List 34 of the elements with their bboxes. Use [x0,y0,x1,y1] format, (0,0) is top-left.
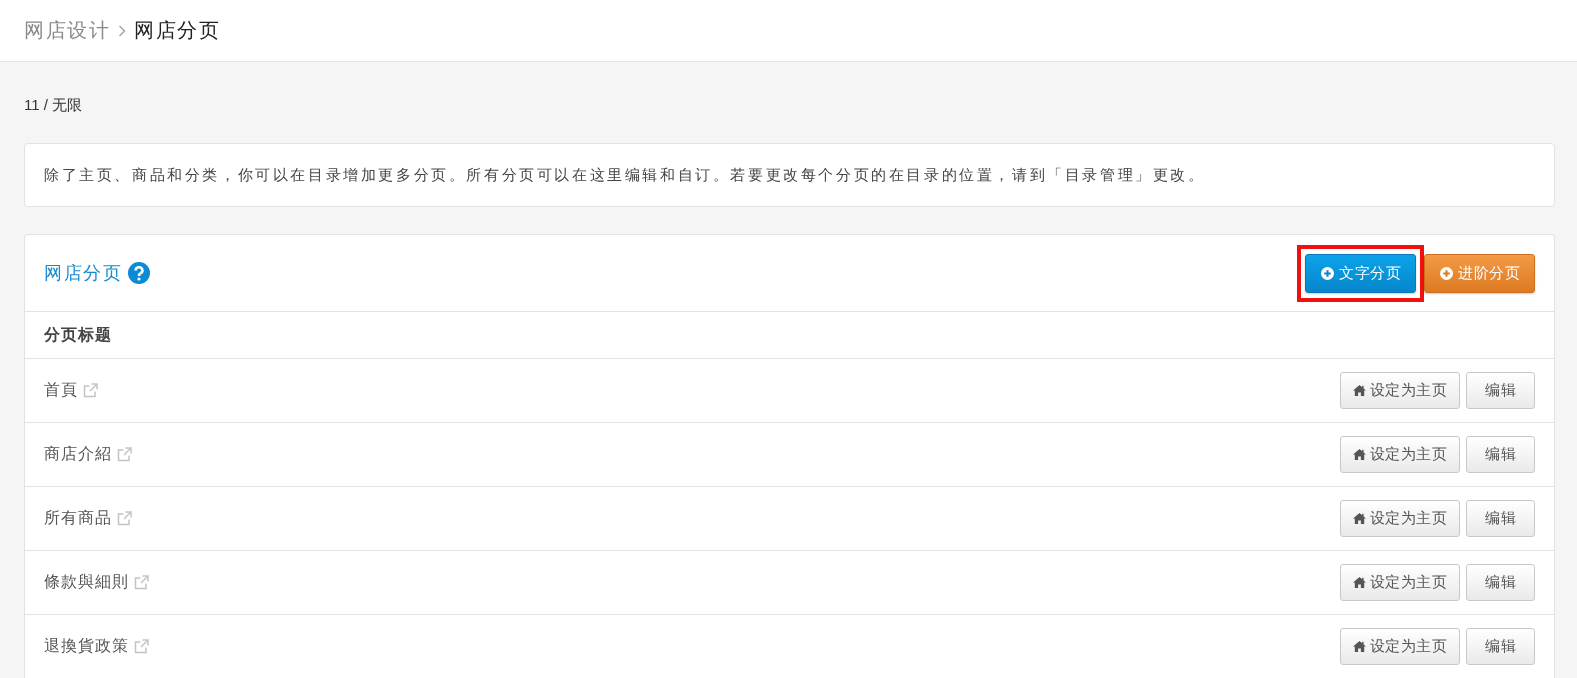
page-title: 退換貨政策 [44,636,129,656]
edit-button[interactable]: 编辑 [1466,436,1535,473]
edit-button[interactable]: 编辑 [1466,564,1535,601]
page-title: 首頁 [44,380,78,400]
page-title: 條款與細則 [44,572,129,592]
page-title: 商店介紹 [44,444,112,464]
chevron-right-icon [118,24,126,37]
external-link-icon[interactable] [117,447,132,462]
home-icon [1352,577,1366,588]
external-link-icon[interactable] [134,639,149,654]
external-link-icon[interactable] [117,511,132,526]
home-icon [1352,385,1366,396]
plus-circle-icon [1321,266,1334,280]
edit-button[interactable]: 编辑 [1466,628,1535,665]
breadcrumb-current: 网店分页 [134,18,220,43]
help-icon[interactable] [128,262,150,284]
edit-button[interactable]: 编辑 [1466,500,1535,537]
home-icon [1352,513,1366,524]
set-home-button[interactable]: 设定为主页 [1339,500,1460,537]
page-usage-count: 11 / 无限 [24,95,84,115]
panel-title: 网店分页 [44,262,122,285]
external-link-icon[interactable] [83,383,98,398]
page-title: 所有商品 [44,508,112,528]
set-home-button[interactable]: 设定为主页 [1339,628,1460,665]
set-home-button[interactable]: 设定为主页 [1339,372,1460,409]
external-link-icon[interactable] [134,575,149,590]
home-icon [1352,641,1366,652]
set-home-button[interactable]: 设定为主页 [1339,436,1460,473]
home-icon [1352,449,1366,460]
edit-button[interactable]: 编辑 [1466,372,1535,409]
notice-text: 除了主页、商品和分类，你可以在目录增加更多分页。所有分页可以在这里编辑和自订。若要更改每个分页的在目录的位置，请到「目录管理」更改。 [24,143,1555,207]
plus-circle-icon [1440,266,1453,280]
set-home-button[interactable]: 设定为主页 [1339,564,1460,601]
column-header: 分页标题 [25,312,1554,359]
